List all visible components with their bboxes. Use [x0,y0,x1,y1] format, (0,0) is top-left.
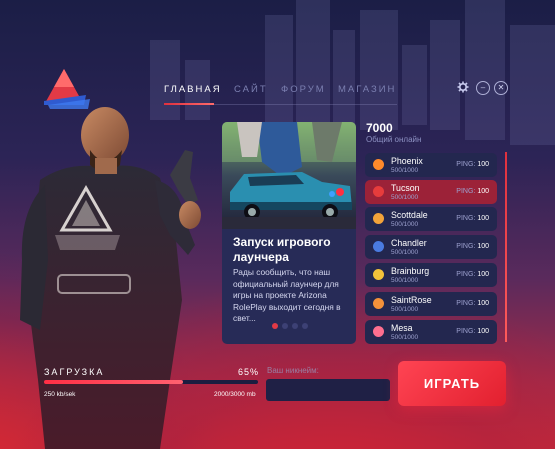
server-name: Chandler [391,238,427,248]
nav-site[interactable]: САЙТ [234,84,268,95]
server-list-scrollbar[interactable] [505,152,507,342]
server-slots: 500/1000 [391,334,419,341]
server-slots: 500/1000 [391,167,419,174]
minimize-icon[interactable]: – [476,81,490,95]
news-card[interactable]: Запуск игрового лаунчера Рады сообщить, … [222,122,356,344]
server-ping: PING: 100 [456,271,489,278]
server-ping: PING: 100 [456,215,489,222]
server-slots: 500/1000 [391,194,419,201]
server-name: SaintRose [391,295,432,305]
server-icon [373,159,384,170]
server-slots: 500/1000 [391,249,419,256]
server-name: Brainburg [391,266,430,276]
nav-shop[interactable]: МАГАЗИН [338,84,396,95]
server-name: Mesa [391,323,413,333]
online-count: 7000 [366,121,393,135]
news-slider-dot[interactable] [272,323,278,329]
server-item-tucson[interactable]: Tucson 500/1000 PING: 100 [365,180,497,204]
server-ping: PING: 100 [456,188,489,195]
nav-main[interactable]: ГЛАВНАЯ [164,84,222,95]
server-name: Phoenix [391,156,423,166]
server-icon [373,269,384,280]
server-item-chandler[interactable]: Chandler 500/1000 PING: 100 [365,235,497,259]
news-image [222,122,356,229]
download-progress-fill [44,380,184,384]
nav-forum[interactable]: ФОРУМ [281,84,326,95]
gear-icon[interactable] [457,81,469,93]
news-title: Запуск игрового лаунчера [233,235,331,264]
server-icon [373,213,384,224]
server-ping: PING: 100 [456,161,489,168]
download-progress-bar [44,380,258,384]
server-item-mesa[interactable]: Mesa 500/1000 PING: 100 [365,320,497,344]
server-name: Scottdale [391,210,428,220]
server-item-brainburg[interactable]: Brainburg 500/1000 PING: 100 [365,263,497,287]
server-ping: PING: 100 [456,243,489,250]
server-item-phoenix[interactable]: Phoenix 500/1000 PING: 100 [365,153,497,177]
online-label: Общий онлайн [366,135,422,144]
server-slots: 500/1000 [391,221,419,228]
server-slots: 500/1000 [391,306,419,313]
nav-active-indicator [164,103,214,105]
launcher-window: ГЛАВНАЯ САЙТ ФОРУМ МАГАЗИН – ✕ Запуск иг… [0,0,555,449]
download-size: 2000/3000 mb [214,391,256,398]
server-ping: PING: 100 [456,328,489,335]
server-item-scottdale[interactable]: Scottdale 500/1000 PING: 100 [365,207,497,231]
download-speed: 250 kb/sek [44,391,76,398]
server-icon [373,298,384,309]
server-slots: 500/1000 [391,277,419,284]
news-slider-dot[interactable] [302,323,308,329]
server-item-saintrose[interactable]: SaintRose 500/1000 PING: 100 [365,292,497,316]
play-button[interactable]: ИГРАТЬ [398,361,506,406]
server-icon [373,326,384,337]
close-icon[interactable]: ✕ [494,81,508,95]
server-icon [373,186,384,197]
arizona-logo-icon [44,69,90,109]
news-slider-dot[interactable] [292,323,298,329]
nickname-label: Ваш никнейм: [267,366,319,375]
download-percent: 65% [238,367,260,377]
server-name: Tucson [391,183,420,193]
server-icon [373,241,384,252]
server-ping: PING: 100 [456,300,489,307]
news-slider-dot[interactable] [282,323,288,329]
nickname-input[interactable] [266,379,390,401]
download-label: ЗАГРУЗКА [44,367,105,377]
news-text: Рады сообщить, что наш официальный лаунч… [233,267,341,323]
